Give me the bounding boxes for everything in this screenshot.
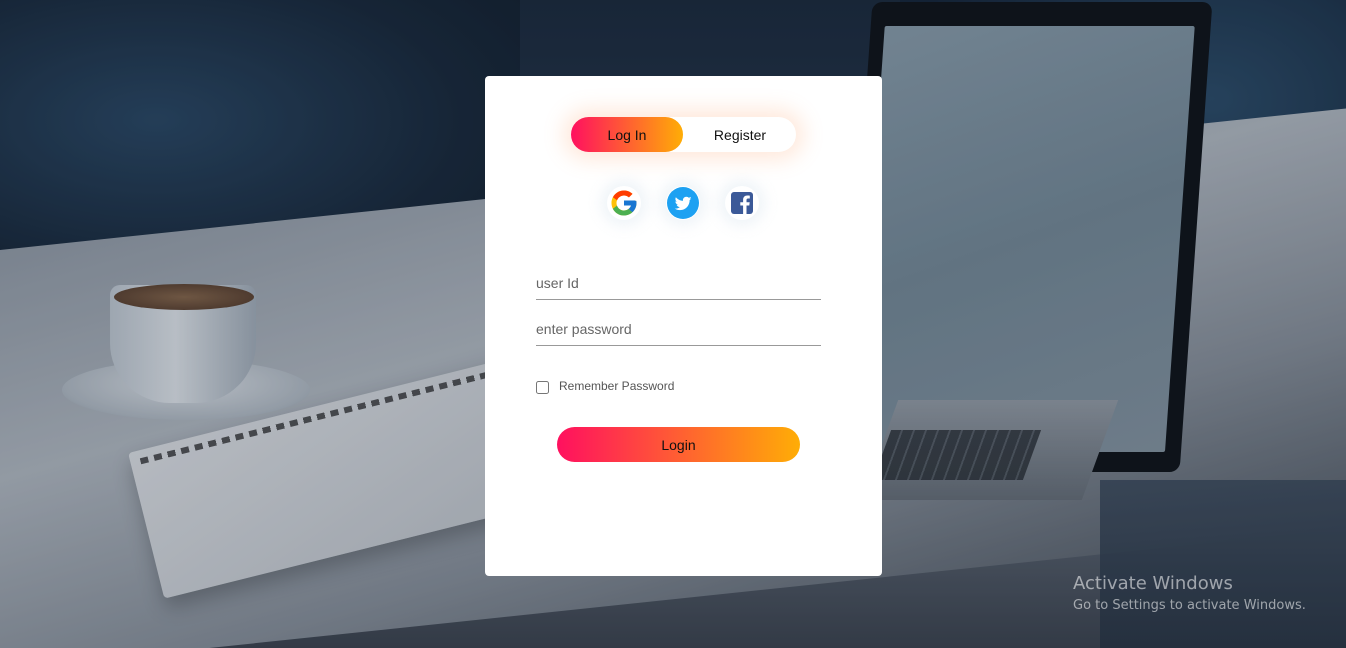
facebook-icon[interactable] [725,186,759,220]
twitter-icon[interactable] [666,186,700,220]
tab-login[interactable]: Log In [571,117,683,152]
login-button[interactable]: Login [557,427,800,462]
remember-password-label: Remember Password [559,379,675,393]
remember-password-checkbox[interactable] [536,381,549,394]
user-id-input[interactable] [536,266,821,300]
remember-password-row: Remember Password [536,378,821,398]
login-form [536,266,821,346]
google-icon[interactable] [607,186,641,220]
auth-toggle: Log In Register [571,117,796,152]
password-input[interactable] [536,312,821,346]
login-card: Log In Register user Id Remember Passwor… [485,76,882,576]
watermark-title: Activate Windows [1073,573,1233,594]
social-login-icons [485,186,882,222]
activate-windows-watermark: Activate Windows Go to Settings to activ… [1073,574,1306,614]
watermark-subtitle: Go to Settings to activate Windows. [1073,598,1306,613]
tab-register[interactable]: Register [684,117,796,152]
